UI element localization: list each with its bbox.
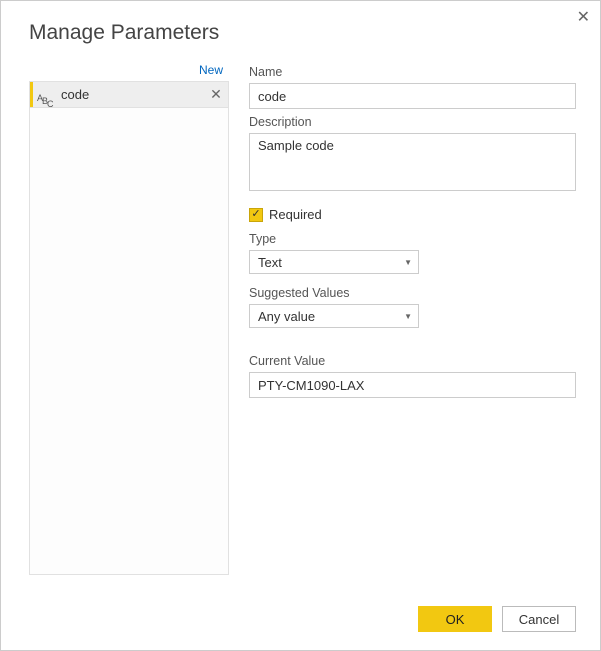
selection-accent [30,82,33,107]
required-label: Required [269,207,322,222]
parameter-list-panel: New ABC code ✕ [29,63,229,575]
chevron-down-icon: ▼ [404,258,412,267]
name-label: Name [249,65,576,79]
new-parameter-link[interactable]: New [29,63,229,77]
type-select-value: Text [258,255,282,270]
suggested-values-select-value: Any value [258,309,315,324]
description-label: Description [249,115,576,129]
required-checkbox[interactable]: ✓ [249,208,263,222]
parameter-row-label: code [55,87,204,102]
cancel-button[interactable]: Cancel [502,606,576,632]
dialog-body: New ABC code ✕ Name Description ✓ Re [1,45,600,575]
name-input[interactable] [249,83,576,109]
parameter-list: ABC code ✕ [29,81,229,575]
dialog-footer: OK Cancel [418,606,576,632]
manage-parameters-dialog: ✕ Manage Parameters New ABC code ✕ Name … [0,0,601,651]
suggested-values-select[interactable]: Any value ▼ [249,304,419,328]
delete-parameter-icon[interactable]: ✕ [204,86,228,103]
required-row: ✓ Required [249,207,576,222]
ok-button[interactable]: OK [418,606,492,632]
close-icon[interactable]: ✕ [577,7,590,27]
suggested-values-label: Suggested Values [249,286,576,300]
dialog-title: Manage Parameters [1,1,600,45]
parameter-row[interactable]: ABC code ✕ [30,82,228,108]
current-value-label: Current Value [249,354,576,368]
type-select[interactable]: Text ▼ [249,250,419,274]
type-label: Type [249,232,576,246]
description-input[interactable] [249,133,576,191]
parameter-form: Name Description ✓ Required Type Text ▼ … [249,63,576,575]
current-value-input[interactable] [249,372,576,398]
chevron-down-icon: ▼ [404,312,412,321]
